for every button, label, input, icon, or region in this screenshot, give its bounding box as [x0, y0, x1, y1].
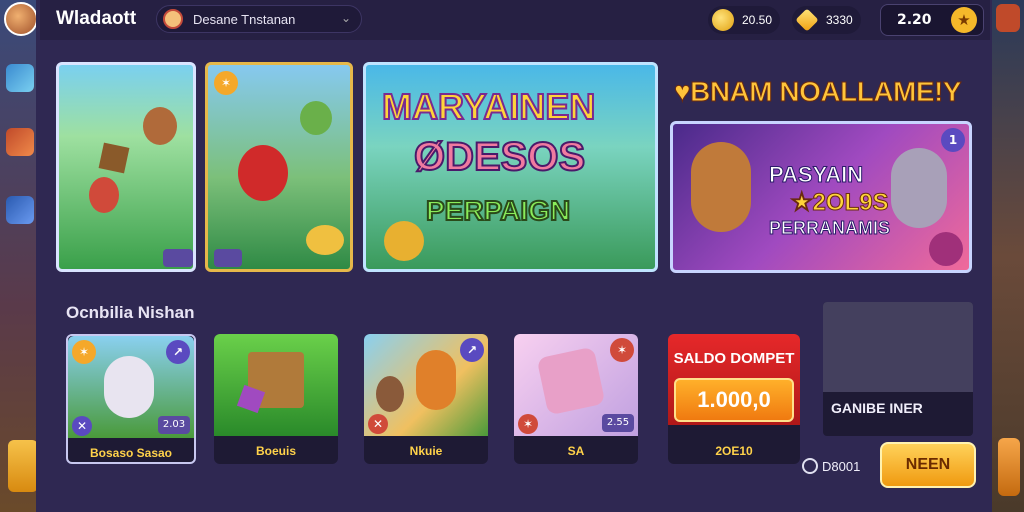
- star-badge-icon: ✶: [610, 338, 634, 362]
- profile-avatar[interactable]: [4, 2, 38, 36]
- footer-counter: D8001: [802, 458, 860, 474]
- hero-subtitle: ØDESOS: [413, 134, 586, 180]
- game-card-1[interactable]: [56, 62, 196, 272]
- side-nav-icon-3[interactable]: [6, 196, 34, 224]
- arrow-badge-icon: ↗: [166, 340, 190, 364]
- star-badge-icon: ✶: [214, 71, 238, 95]
- promo-card[interactable]: PASYAIN ★2OL9S PERRANAMIS 1: [670, 121, 972, 273]
- close-badge-icon: ✕: [368, 414, 388, 434]
- coin-art: [306, 225, 344, 255]
- character-art-2: [89, 177, 119, 213]
- game-tile-placeholder[interactable]: GANIBE INER: [823, 302, 973, 436]
- coin-counter[interactable]: 20.50: [708, 6, 781, 34]
- search-text: Desane Tnstanan: [193, 11, 296, 27]
- game-card-2[interactable]: ✶: [205, 62, 353, 272]
- gem-badge-icon: [929, 232, 963, 266]
- right-top-button[interactable]: [996, 4, 1020, 32]
- featured-banner[interactable]: MARYAINEN ØDESOS PERPAIGN: [363, 62, 658, 272]
- cube-art: [536, 346, 606, 416]
- card-chip: [163, 249, 193, 267]
- tile-label: SA: [567, 444, 585, 458]
- balance-value: 2.20: [897, 12, 932, 28]
- tile-art: [214, 334, 338, 436]
- wallet-label: 2OE10: [715, 444, 753, 458]
- character-art: [416, 350, 456, 410]
- star-badge-icon: ✶: [72, 340, 96, 364]
- tile-chip: 2.55: [602, 414, 634, 432]
- side-nav-icon-2[interactable]: [6, 128, 34, 156]
- game-tile-3[interactable]: ↗ ✕ Nkuie: [364, 334, 488, 464]
- promo-headline: ♥BNAM NOALLAME!Y: [673, 76, 962, 108]
- promo-tagline: PERRANAMIS: [768, 218, 891, 239]
- tile-art: ✶ ✶ 2.55: [514, 334, 638, 436]
- placeholder-image: [823, 302, 973, 392]
- wallet-title: SALDO DOMPET: [673, 350, 795, 367]
- arrow-badge-icon: ↗: [460, 338, 484, 362]
- info-circle-icon: [802, 458, 818, 474]
- character-art-2: [891, 148, 947, 228]
- info-badge-icon[interactable]: 1: [941, 128, 965, 152]
- gem-counter[interactable]: 3330: [792, 6, 861, 34]
- tile-label: Nkuie: [409, 444, 443, 458]
- wallet-card[interactable]: SALDO DOMPET 1.000,0 2OE10: [668, 334, 800, 464]
- right-backdrop: [992, 0, 1024, 512]
- section-title: Ocnbilia Nishan: [66, 303, 195, 322]
- hero-title: MARYAINEN: [381, 86, 596, 128]
- tile-label: Bosaso Sasao: [89, 446, 173, 460]
- character-art: [691, 142, 751, 232]
- tile-art: ✶ ↗ ✕ 2.03: [68, 336, 194, 438]
- character-art-2: [376, 376, 404, 412]
- character-art: [143, 107, 177, 145]
- game-tile-2[interactable]: Boeuis: [214, 334, 338, 464]
- game-tile-4[interactable]: ✶ ✶ 2.55 SA: [514, 334, 638, 464]
- character-art: [238, 145, 288, 201]
- coin-art: [384, 221, 424, 261]
- coin-value: 20.50: [742, 13, 773, 27]
- promo-title: PASYAIN: [768, 162, 864, 188]
- hero-tagline: PERPAIGN: [425, 194, 571, 227]
- wallet-value: 1.000,0: [674, 378, 794, 422]
- tile-label: Boeuis: [255, 444, 296, 458]
- chevron-down-icon[interactable]: ⌄: [341, 11, 351, 25]
- gem-icon: [795, 8, 819, 32]
- promo-subtitle: ★2OL9S: [791, 189, 890, 217]
- search-icon: [163, 9, 183, 29]
- tile-art: ↗ ✕: [364, 334, 488, 436]
- search-bar[interactable]: Desane Tnstanan ⌄: [156, 5, 362, 33]
- brand-logo: Wladaott: [56, 8, 137, 29]
- balance-display[interactable]: 2.20 ★: [880, 4, 984, 36]
- placeholder-label: GANIBE INER: [831, 400, 923, 416]
- add-balance-button[interactable]: ★: [951, 7, 977, 33]
- crate-art: [98, 142, 130, 174]
- coin-icon: [712, 9, 734, 31]
- star-small-icon: ✶: [518, 414, 538, 434]
- game-tile-1[interactable]: ✶ ↗ ✕ 2.03 Bosaso Sasao: [66, 334, 196, 464]
- character-art: [104, 356, 154, 418]
- tile-chip: 2.03: [158, 416, 190, 434]
- side-yellow-button[interactable]: [8, 440, 38, 492]
- close-badge-icon: ✕: [72, 416, 92, 436]
- side-nav-icon-1[interactable]: [6, 64, 34, 92]
- character-art-2: [300, 101, 332, 135]
- right-orange-button[interactable]: [998, 438, 1020, 496]
- card-chip: [214, 249, 242, 267]
- gem-value: 3330: [826, 13, 853, 27]
- cta-button[interactable]: NEEN: [880, 442, 976, 488]
- footer-counter-value: D8001: [822, 458, 861, 474]
